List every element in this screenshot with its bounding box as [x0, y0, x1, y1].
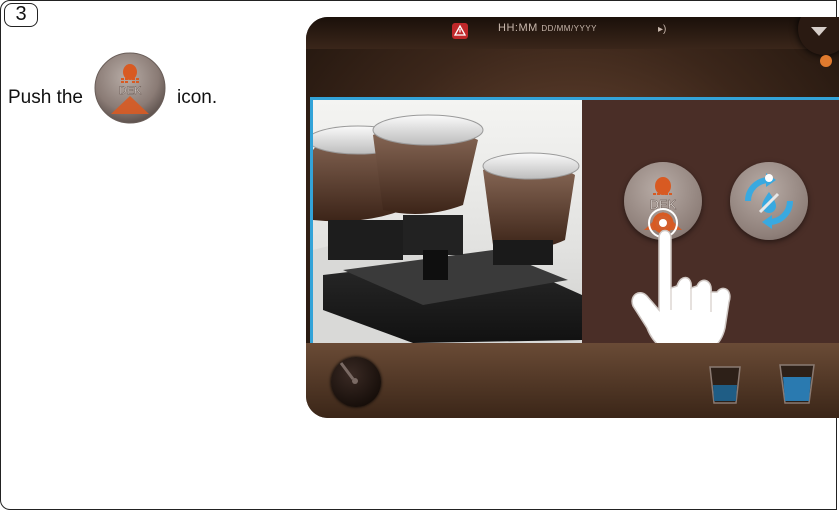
- cup-large-icon[interactable]: [776, 361, 818, 407]
- speaker-icon[interactable]: ▸): [658, 24, 666, 35]
- instruction-before: Push the: [8, 87, 83, 108]
- date-text: DD/MM/YYYY: [541, 24, 598, 33]
- clock-display: HH:MM DD/MM/YYYY: [498, 22, 597, 34]
- rinse-button[interactable]: [730, 162, 808, 240]
- svg-text:DEK: DEK: [119, 85, 142, 97]
- notification-badge[interactable]: [820, 55, 832, 67]
- pointing-hand-icon: [631, 229, 731, 357]
- menu-button[interactable]: [798, 17, 839, 55]
- dek-button-icon: DEK: [94, 52, 166, 124]
- action-panel: DEK: [310, 97, 839, 357]
- machine-screen: HH:MM DD/MM/YYYY ▸) DEK: [306, 17, 839, 418]
- instruction-after: icon.: [177, 87, 218, 108]
- bottom-bar: [306, 343, 839, 418]
- manual-page: 3 Push the DEK icon. HH:MM DD/MM/YYYY ▸)…: [0, 0, 839, 512]
- status-bar: HH:MM DD/MM/YYYY ▸): [306, 17, 839, 55]
- grinder-photo: [313, 100, 582, 343]
- steam-knob[interactable]: [331, 357, 381, 407]
- rinse-cycle-icon: [745, 173, 793, 229]
- cup-small-icon[interactable]: [704, 361, 746, 407]
- time-text: HH:MM: [498, 22, 538, 34]
- steam-wand-icon: [339, 362, 358, 384]
- warning-triangle-icon[interactable]: [452, 23, 468, 39]
- instruction-text: Push the DEK icon.: [8, 18, 217, 178]
- chevron-down-icon: [811, 27, 827, 36]
- grinder-illustration: [313, 114, 582, 343]
